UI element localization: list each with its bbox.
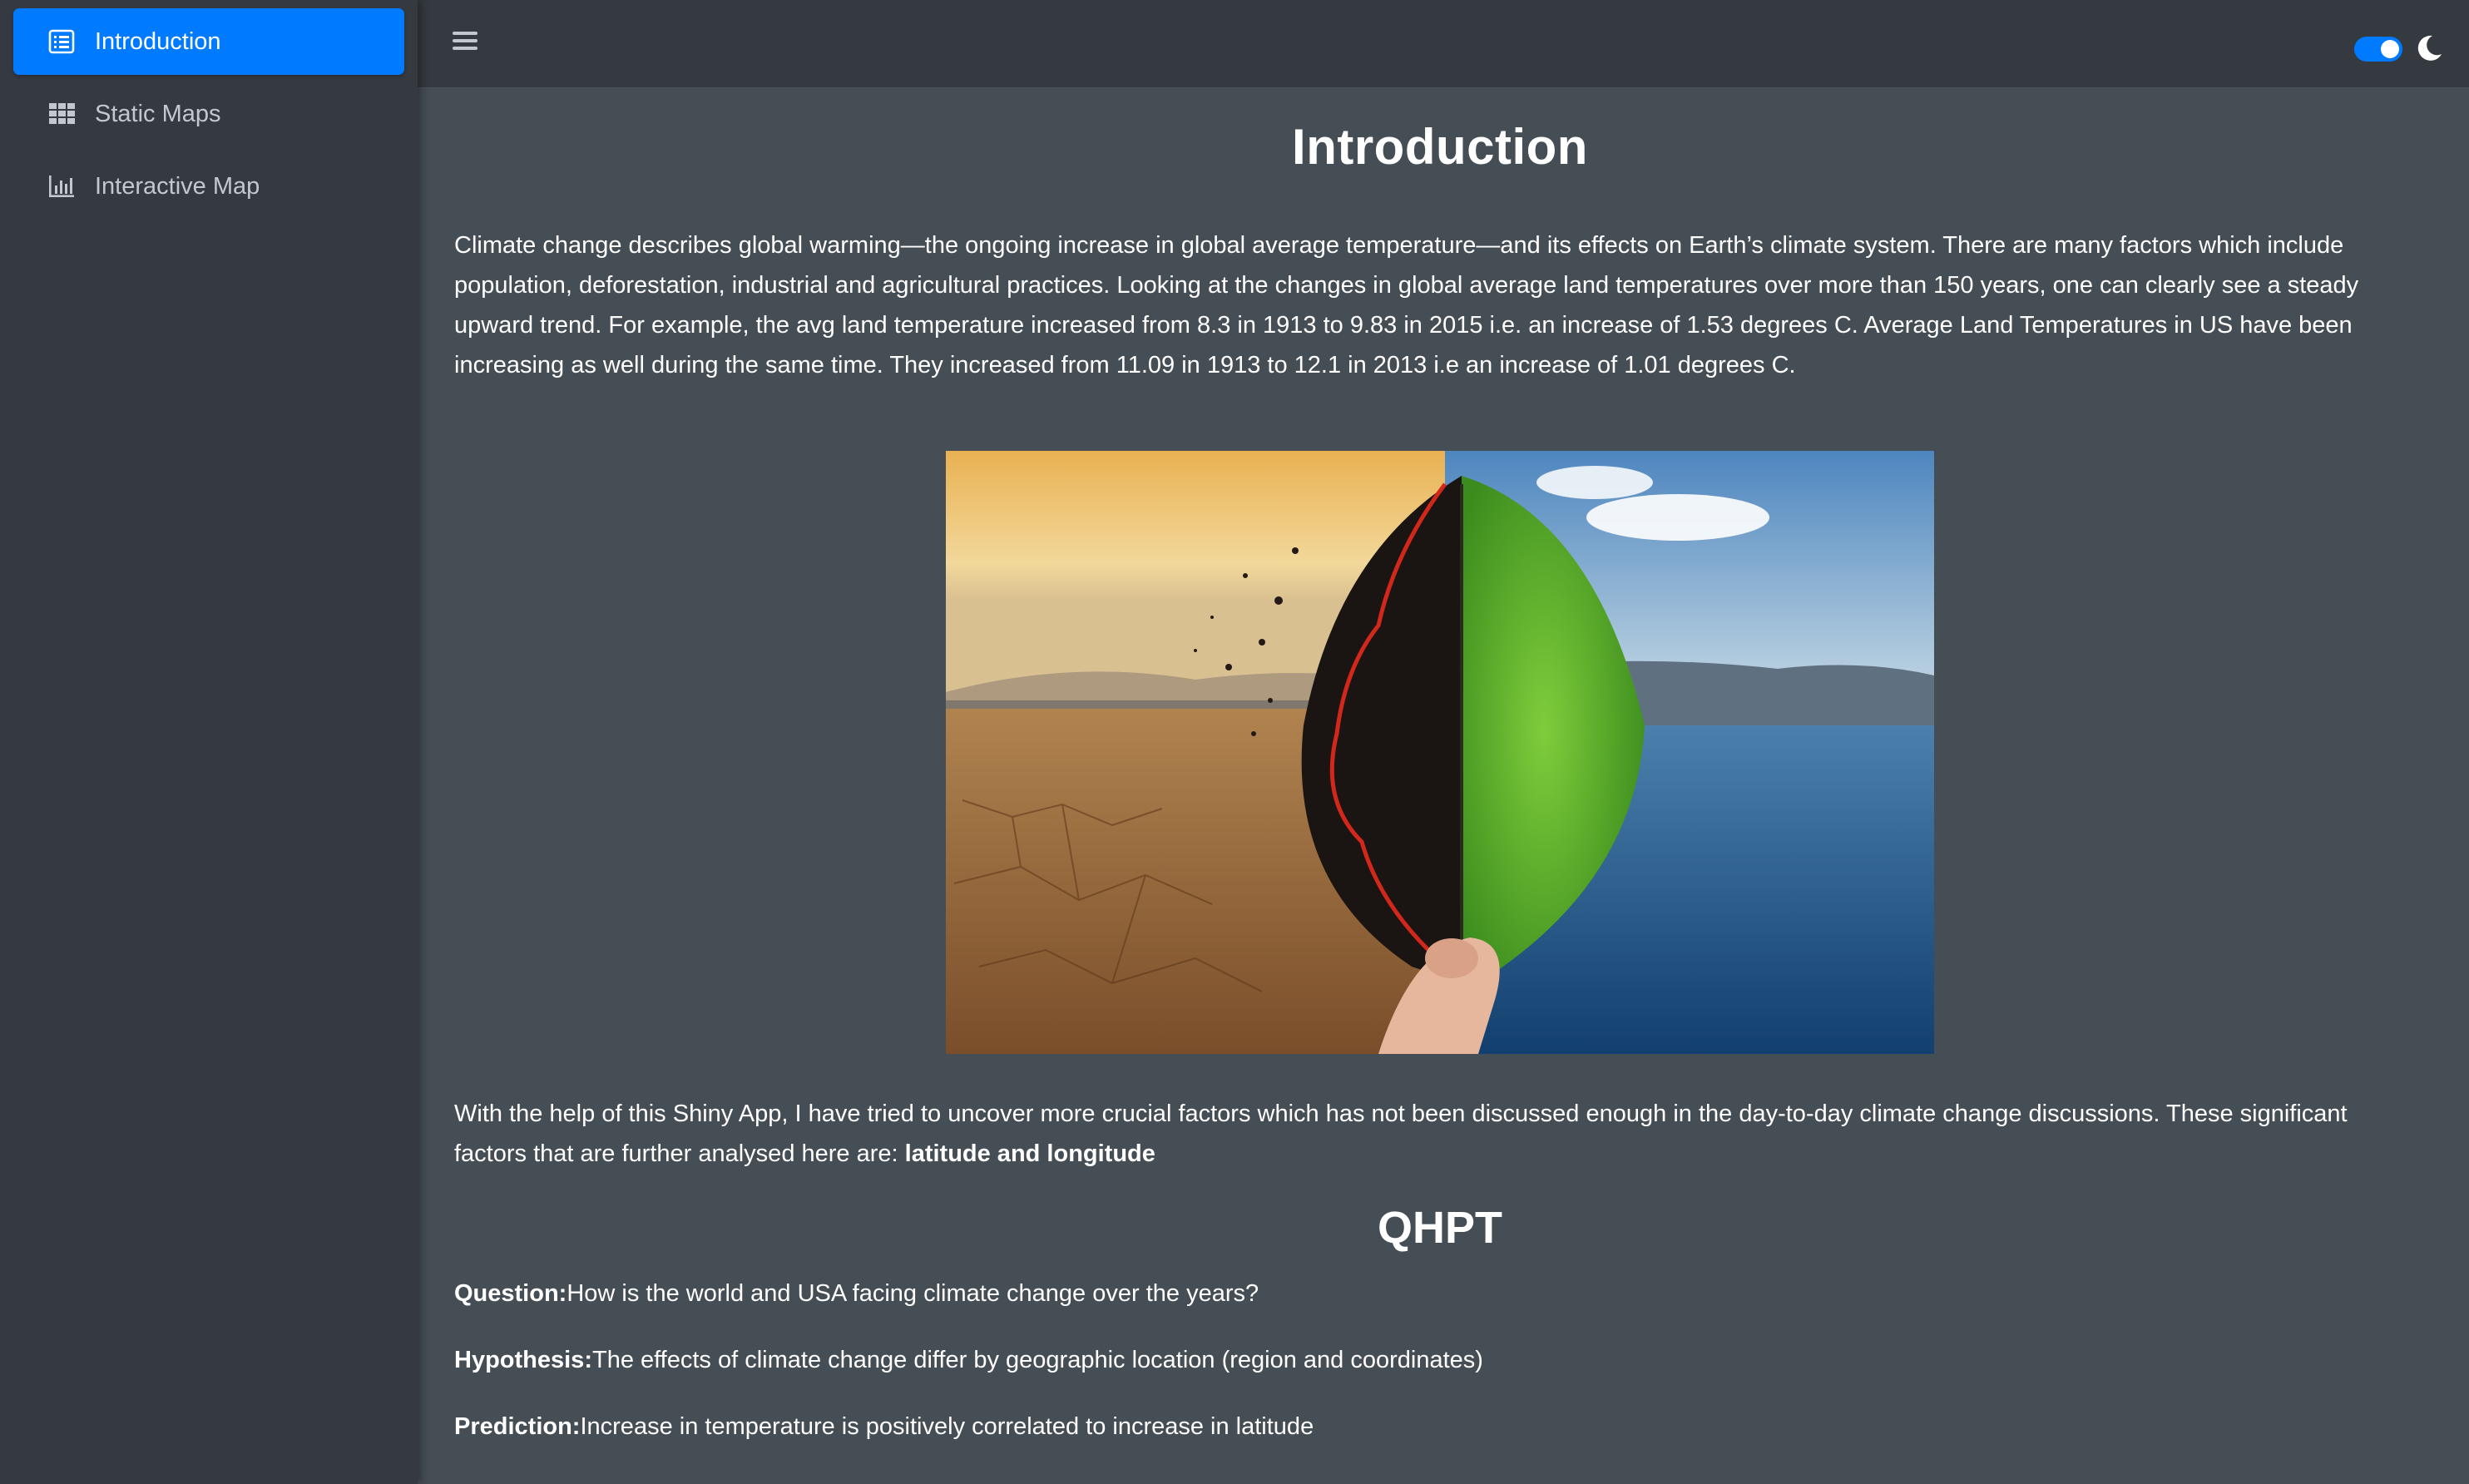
bar-chart-icon bbox=[47, 171, 77, 201]
prediction-text: Increase in temperature is positively co… bbox=[580, 1413, 1314, 1440]
prediction-line: Prediction:Increase in temperature is po… bbox=[454, 1407, 2426, 1447]
sidebar-item-label: Interactive Map bbox=[95, 172, 260, 200]
sidebar-item-interactive-map[interactable]: Interactive Map bbox=[13, 153, 404, 220]
question-line: Question:How is the world and USA facing… bbox=[454, 1274, 2426, 1313]
toggle-knob bbox=[2381, 40, 2399, 58]
main-content: Introduction Climate change describes gl… bbox=[454, 88, 2426, 1484]
question-text: How is the world and USA facing climate … bbox=[567, 1280, 1259, 1307]
question-label: Question: bbox=[454, 1280, 567, 1307]
sidebar-item-introduction[interactable]: Introduction bbox=[13, 8, 404, 75]
list-alt-icon bbox=[47, 27, 77, 57]
analysis-paragraph-bold: latitude and longitude bbox=[904, 1140, 1155, 1167]
sidebar-item-label: Static Maps bbox=[95, 100, 221, 127]
prediction-label: Prediction: bbox=[454, 1413, 581, 1440]
hero-image-container bbox=[454, 451, 2426, 1054]
sidebar: Introduction Static Maps Interactive Map bbox=[0, 0, 418, 1484]
climate-change-leaf-image bbox=[946, 451, 1934, 1054]
qhpt-heading: QHPT bbox=[1377, 1203, 1502, 1253]
sidebar-item-static-maps[interactable]: Static Maps bbox=[13, 81, 404, 147]
hypothesis-label: Hypothesis: bbox=[454, 1347, 592, 1373]
grid-icon bbox=[47, 99, 77, 129]
analysis-paragraph-text: With the help of this Shiny App, I have … bbox=[454, 1101, 2348, 1167]
analysis-paragraph: With the help of this Shiny App, I have … bbox=[454, 1094, 2426, 1174]
top-navbar bbox=[418, 0, 2469, 88]
hamburger-icon[interactable] bbox=[453, 27, 486, 61]
dark-mode-toggle[interactable] bbox=[2354, 37, 2402, 62]
hypothesis-text: The effects of climate change differ by … bbox=[591, 1347, 1483, 1373]
intro-paragraph: Climate change describes global warming—… bbox=[454, 232, 2359, 378]
page-title: Introduction bbox=[1292, 119, 1588, 175]
moon-icon[interactable] bbox=[2414, 33, 2444, 63]
sidebar-item-label: Introduction bbox=[95, 27, 221, 55]
hypothesis-line: Hypothesis:The effects of climate change… bbox=[454, 1340, 2426, 1380]
